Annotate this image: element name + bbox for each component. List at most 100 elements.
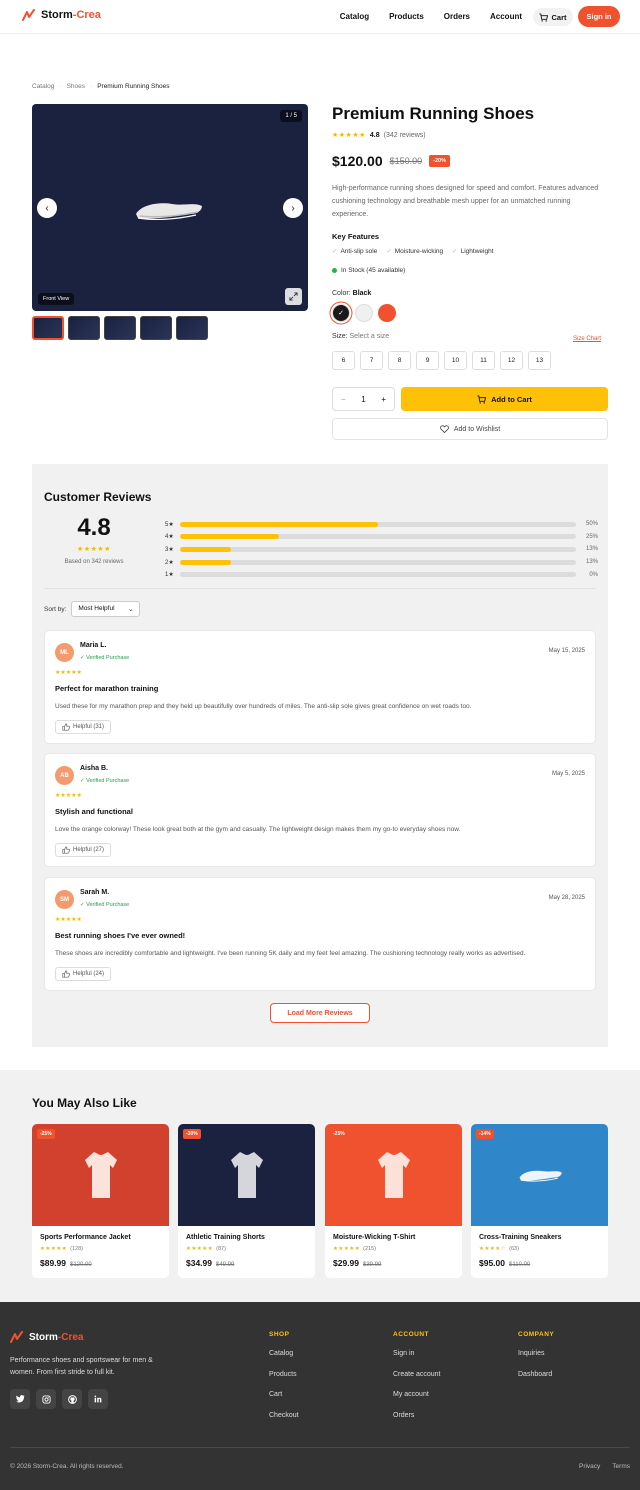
- footer-link[interactable]: Inquiries: [518, 1350, 554, 1371]
- brand-logo[interactable]: Storm-Crea: [22, 9, 101, 21]
- original-price: $49.99: [216, 1262, 235, 1268]
- helpful-button[interactable]: Helpful (24): [55, 967, 112, 981]
- product-main-image[interactable]: 1 / 5 ‹ › Front View: [32, 104, 308, 311]
- github-link[interactable]: [62, 1389, 82, 1409]
- size-hint: Select a size: [349, 333, 390, 340]
- product-card[interactable]: -14% Cross-Training Sneakers ★★★★☆ (63) $…: [471, 1124, 608, 1278]
- load-more-reviews-button[interactable]: Load More Reviews: [270, 1003, 370, 1023]
- signin-button[interactable]: Sign in: [578, 6, 620, 27]
- sort-select[interactable]: Most Helpful ⌄: [71, 601, 141, 617]
- rating-bar-track: [180, 546, 576, 552]
- wishlist-label: Add to Wishlist: [453, 425, 501, 433]
- rating-bar-label: 5★: [165, 521, 174, 528]
- features-title: Key Features: [332, 232, 380, 241]
- product-card-rating: ★★★★☆ (63): [479, 1246, 519, 1252]
- size-option[interactable]: 11: [472, 351, 495, 370]
- instagram-link[interactable]: [36, 1389, 56, 1409]
- rating-bar-track: [180, 572, 576, 578]
- current-price: $120.00: [332, 153, 383, 169]
- bolt-logo-icon: [10, 1331, 23, 1343]
- nav-orders[interactable]: Orders: [444, 12, 470, 21]
- quantity-value[interactable]: 1: [361, 395, 365, 404]
- cart-label: Cart: [551, 12, 567, 22]
- terms-link[interactable]: Terms: [612, 1463, 630, 1470]
- thumbs-up-icon: [62, 846, 70, 854]
- quantity-stepper: − 1 +: [332, 387, 395, 411]
- size-option[interactable]: 7: [360, 351, 383, 370]
- size-option[interactable]: 9: [416, 351, 439, 370]
- thumbnail[interactable]: [68, 316, 100, 340]
- breadcrumb-catalog[interactable]: Catalog: [32, 83, 54, 90]
- product-card-name: Moisture-Wicking T-Shirt: [333, 1234, 416, 1241]
- footer-link[interactable]: Dashboard: [518, 1371, 554, 1392]
- logo-text: Storm: [29, 1331, 58, 1343]
- cart-button[interactable]: Cart: [533, 8, 573, 26]
- footer-tagline: Performance shoes and sportswear for men…: [10, 1357, 153, 1376]
- thumbnail[interactable]: [176, 316, 208, 340]
- helpful-label: Helpful (31): [73, 724, 105, 730]
- shirt-icon: [84, 1152, 117, 1198]
- breadcrumb-separator: ·: [59, 83, 62, 90]
- rating-bar-fill: [180, 546, 232, 552]
- increase-quantity-button[interactable]: +: [381, 395, 386, 404]
- github-icon: [67, 1394, 77, 1404]
- size-option[interactable]: 8: [388, 351, 411, 370]
- twitter-icon: [15, 1395, 24, 1403]
- nav-account[interactable]: Account: [490, 12, 522, 21]
- color-label-text: Color:: [332, 290, 351, 297]
- thumbnail[interactable]: [32, 316, 64, 340]
- shoe-image: [136, 203, 202, 221]
- prev-image-button[interactable]: ‹: [37, 198, 57, 218]
- size-option[interactable]: 12: [500, 351, 523, 370]
- thumbnail[interactable]: [104, 316, 136, 340]
- size-option[interactable]: 6: [332, 351, 355, 370]
- review-title: Stylish and functional: [55, 807, 133, 816]
- size-option[interactable]: 10: [444, 351, 467, 370]
- footer-logo[interactable]: Storm-Crea: [10, 1331, 83, 1343]
- product-card[interactable]: -30% Athletic Training Shorts ★★★★★ (87) …: [178, 1124, 315, 1278]
- size-chart-link[interactable]: Size Chart: [573, 336, 601, 342]
- product-card[interactable]: -25% Moisture-Wicking T-Shirt ★★★★★ (215)…: [325, 1124, 462, 1278]
- product-card-image: -30%: [178, 1124, 315, 1226]
- nav-products[interactable]: Products: [389, 12, 424, 21]
- product-card[interactable]: -25% Sports Performance Jacket ★★★★★ (128…: [32, 1124, 169, 1278]
- helpful-button[interactable]: Helpful (31): [55, 720, 112, 734]
- size-option[interactable]: 13: [528, 351, 551, 370]
- footer-link[interactable]: Orders: [393, 1412, 440, 1433]
- avatar: AB: [55, 766, 74, 785]
- footer-link[interactable]: Products: [269, 1371, 299, 1392]
- footer-link[interactable]: Create account: [393, 1371, 440, 1392]
- color-swatch-black[interactable]: ✓: [332, 304, 350, 322]
- color-swatch-orange[interactable]: [378, 304, 396, 322]
- footer-link[interactable]: Checkout: [269, 1412, 299, 1433]
- color-label: Color: Black: [332, 290, 371, 297]
- footer-link[interactable]: Cart: [269, 1391, 299, 1412]
- check-icon: ✓: [332, 248, 338, 255]
- footer-link[interactable]: My account: [393, 1391, 440, 1412]
- selected-check-icon: ✓: [338, 310, 344, 317]
- thumbnail[interactable]: [140, 316, 172, 340]
- rating-bar-label: 2★: [165, 559, 174, 566]
- decrease-quantity-button[interactable]: −: [341, 395, 346, 404]
- review-count[interactable]: (342 reviews): [384, 132, 426, 139]
- helpful-button[interactable]: Helpful (27): [55, 843, 112, 857]
- next-image-button[interactable]: ›: [283, 198, 303, 218]
- reviewer-name: Maria L.: [80, 642, 107, 649]
- rating-bar-fill: [180, 534, 279, 540]
- linkedin-link[interactable]: [88, 1389, 108, 1409]
- privacy-link[interactable]: Privacy: [579, 1463, 600, 1470]
- footer-link[interactable]: Catalog: [269, 1350, 299, 1371]
- breadcrumb-current: Premium Running Shoes: [97, 83, 170, 90]
- instagram-icon: [41, 1394, 51, 1404]
- expand-image-button[interactable]: [285, 288, 302, 305]
- chevron-right-icon: ›: [291, 202, 295, 214]
- breadcrumb-shoes[interactable]: Shoes: [67, 83, 85, 90]
- footer-link[interactable]: Sign in: [393, 1350, 440, 1371]
- add-to-wishlist-button[interactable]: Add to Wishlist: [332, 418, 608, 440]
- twitter-link[interactable]: [10, 1389, 30, 1409]
- stock-status: In Stock (45 available): [332, 267, 405, 274]
- nav-catalog[interactable]: Catalog: [340, 12, 369, 21]
- add-to-cart-button[interactable]: Add to Cart: [401, 387, 608, 411]
- discount-badge: -20%: [429, 155, 450, 167]
- color-swatch-white[interactable]: [355, 304, 373, 322]
